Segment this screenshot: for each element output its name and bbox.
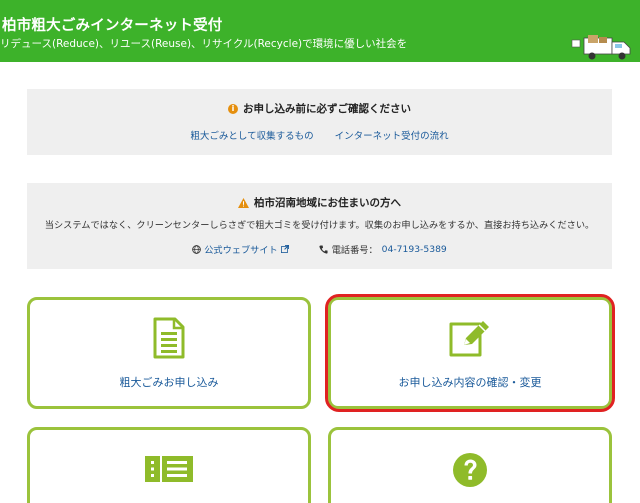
website-label[interactable]: 公式ウェブサイト: [204, 242, 278, 256]
edit-icon: [449, 321, 489, 357]
truck-icon: [571, 35, 631, 60]
site-title[interactable]: 柏市粗大ごみインターネット受付: [2, 14, 223, 35]
site-tagline: リデュース(Reduce)、リユース(Reuse)、リサイクル(Recycle)…: [0, 38, 408, 50]
phone-label: 電話番号：: [331, 245, 378, 256]
question-icon: [453, 453, 487, 487]
card-label: お申し込み内容の確認・変更: [398, 376, 542, 389]
card-label: 粗大ごみお申し込み: [119, 376, 219, 389]
help-button[interactable]: [328, 427, 612, 503]
shonan-area-notice: 柏市沼南地域にお住まいの方へ 当システムではなく、クリーンセンターしらさぎで粗大…: [27, 183, 612, 269]
ticket-list-icon: [145, 456, 193, 482]
phone-number[interactable]: 04-7193-5389: [382, 244, 447, 255]
warning-icon: [238, 197, 249, 208]
reception-flow-link[interactable]: インターネット受付の流れ: [335, 131, 449, 142]
official-website-link[interactable]: 公式ウェブサイト: [192, 242, 289, 256]
phone-icon: [319, 244, 328, 254]
bulky-items-link[interactable]: 粗大ごみとして収集するもの: [190, 131, 313, 142]
info-icon: i: [228, 103, 238, 114]
pre-application-notice: i お申し込み前に必ずご確認ください 粗大ごみとして収集するもの インターネット…: [27, 89, 612, 155]
document-icon: [153, 317, 185, 359]
globe-icon: [192, 244, 202, 254]
external-link-icon: [280, 245, 289, 253]
notice-text: 当システムではなく、クリーンセンターしらさぎで粗大ゴミを受け付けます。収集のお申…: [44, 220, 595, 231]
notice-heading: 柏市沼南地域にお住まいの方へ: [254, 197, 401, 209]
notice-heading: お申し込み前に必ずご確認ください: [243, 103, 411, 115]
apply-bulky-waste-button[interactable]: 粗大ごみお申し込み: [27, 297, 311, 409]
phone-info: 電話番号： 04-7193-5389: [319, 242, 447, 256]
ticket-info-button[interactable]: [27, 427, 311, 503]
site-header: 柏市粗大ごみインターネット受付 リデュース(Reduce)、リユース(Reuse…: [0, 0, 640, 62]
confirm-change-application-button[interactable]: お申し込み内容の確認・変更: [328, 297, 612, 409]
